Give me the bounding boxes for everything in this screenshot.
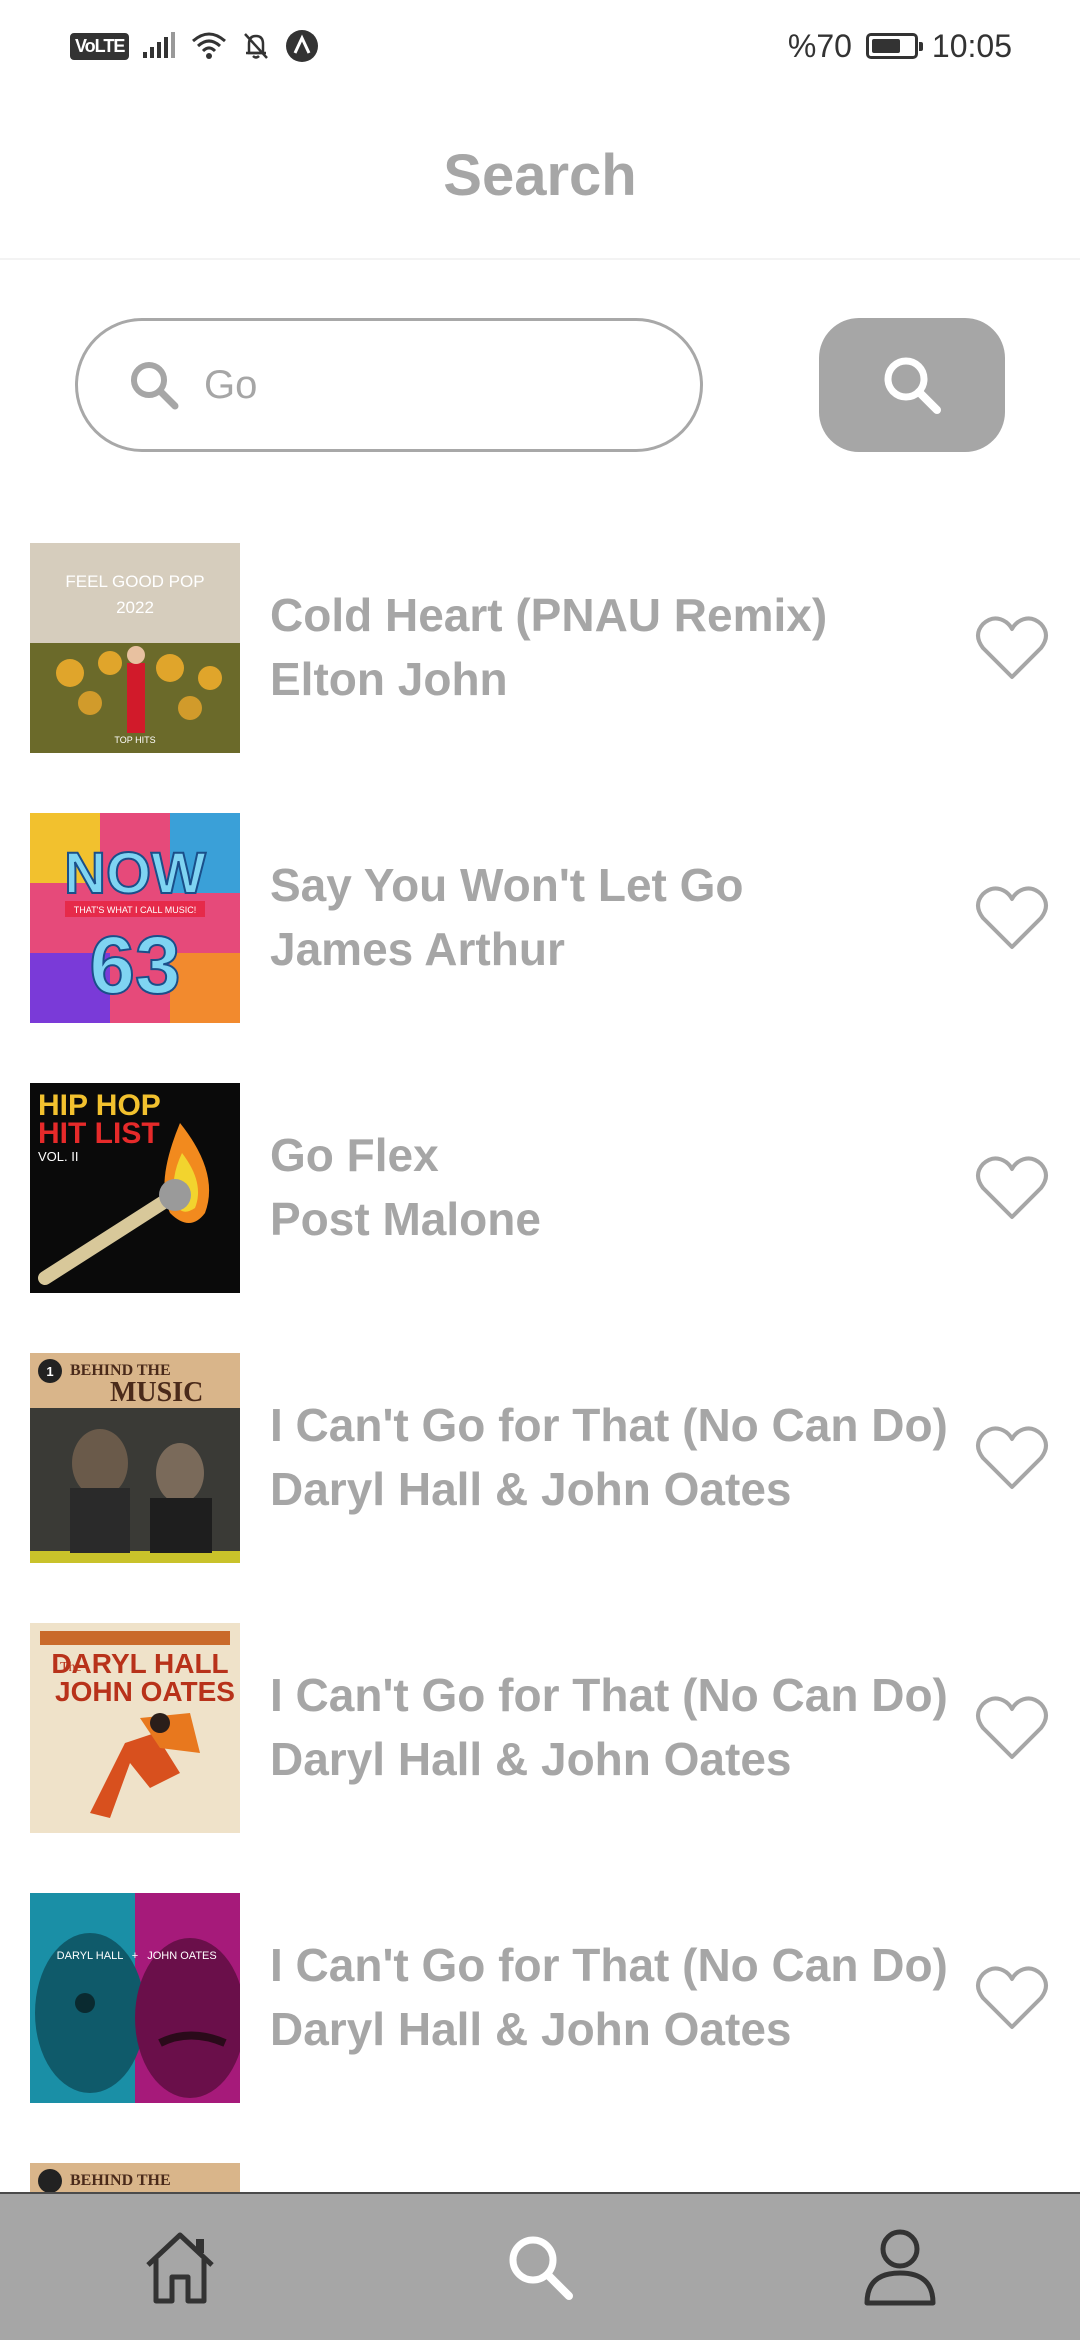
list-item[interactable]: The DARYL HALL JOHN OATES I Can't Go for… (0, 1623, 1080, 1833)
search-button[interactable] (819, 318, 1005, 452)
svg-text:NOW: NOW (64, 841, 206, 906)
status-left: VoLTE (70, 29, 319, 63)
heart-icon[interactable] (975, 1423, 1049, 1493)
heart-icon[interactable] (975, 1153, 1049, 1223)
svg-text:JOHN OATES: JOHN OATES (147, 1950, 216, 1962)
volte-icon: VoLTE (70, 32, 130, 60)
track-info: Go Flex Post Malone (270, 1123, 541, 1251)
app-a-icon (286, 30, 319, 62)
track-artist: Daryl Hall & John Oates (270, 1733, 792, 1785)
heart-icon[interactable] (975, 1693, 1049, 1763)
svg-text:VOL. II: VOL. II (38, 1149, 78, 1164)
heart-icon[interactable] (975, 1963, 1049, 2033)
svg-text:63: 63 (89, 920, 180, 1011)
track-artist: James Arthur (270, 923, 565, 975)
track-info: I Can't Go for That (No Can Do) Daryl Ha… (270, 1663, 948, 1791)
track-artist: Daryl Hall & John Oates (270, 1463, 792, 1515)
track-info: I Can't Go for That (No Can Do) Daryl Ha… (270, 1393, 948, 1521)
svg-text:MUSIC: MUSIC (110, 1377, 203, 1408)
search-icon (884, 357, 941, 414)
home-icon (146, 2232, 214, 2304)
svg-text:THAT'S WHAT I CALL MUSIC!: THAT'S WHAT I CALL MUSIC! (74, 905, 196, 915)
bell-off-icon (244, 33, 269, 59)
battery-percent: %70 (787, 27, 852, 64)
battery-level (871, 39, 900, 53)
track-title: Say You Won't Let Go (270, 859, 744, 911)
signal-icon (143, 32, 176, 58)
heart-icon[interactable] (975, 883, 1049, 953)
svg-text:JOHN OATES: JOHN OATES (55, 1676, 235, 1707)
list-item[interactable]: FEEL GOOD POP 2022 TOP HITS Cold Heart (… (0, 543, 1080, 753)
list-item[interactable]: HIP HOP HIT LIST VOL. II Go Flex Post Ma… (0, 1083, 1080, 1293)
track-title: I Can't Go for That (No Can Do) (270, 1939, 948, 1991)
track-artist: Daryl Hall & John Oates (270, 2003, 792, 2055)
bottom-nav (0, 2192, 1080, 2340)
page-title: Search (443, 142, 637, 208)
svg-text:BEHIND THE: BEHIND THE (70, 2172, 171, 2189)
search-screen: VoLTE %70 10:05 Search Go FEEL GOOD POP … (0, 0, 1080, 2340)
status-right: %70 10:05 (788, 28, 1012, 65)
header: Search (0, 92, 1080, 260)
status-bar: VoLTE %70 10:05 (0, 0, 1080, 92)
search-input[interactable] (204, 362, 644, 408)
search-icon (131, 362, 179, 410)
svg-text:HIT LIST: HIT LIST (38, 1117, 160, 1150)
track-title: I Can't Go for That (No Can Do) (270, 1399, 948, 1451)
track-artist: Post Malone (270, 1193, 541, 1245)
clock: 10:05 (931, 27, 1012, 64)
search-field[interactable] (75, 318, 703, 452)
nav-home[interactable] (80, 2193, 280, 2340)
list-item[interactable]: NOW THAT'S WHAT I CALL MUSIC! 63 Say You… (0, 813, 1080, 1023)
track-info: I Can't Go for That (No Can Do) Daryl Ha… (270, 1933, 948, 2061)
album-cover: FEEL GOOD POP 2022 TOP HITS (30, 543, 240, 753)
track-title: I Can't Go for That (No Can Do) (270, 1669, 948, 1721)
album-cover: 1 BEHIND THE MUSIC (30, 1353, 240, 1563)
track-title: Cold Heart (PNAU Remix) (270, 589, 828, 641)
nav-search[interactable] (440, 2193, 640, 2340)
list-item[interactable]: 1 BEHIND THE MUSIC I Can't Go for That (… (0, 1353, 1080, 1563)
album-cover: DARYL HALL + JOHN OATES (30, 1893, 240, 2103)
list-item[interactable]: DARYL HALL + JOHN OATES I Can't Go for T… (0, 1893, 1080, 2103)
album-cover: NOW THAT'S WHAT I CALL MUSIC! 63 (30, 813, 240, 1023)
nav-profile[interactable] (800, 2193, 1000, 2340)
track-artist: Elton John (270, 653, 508, 705)
svg-text:1: 1 (46, 1364, 53, 1379)
svg-text:DARYL HALL: DARYL HALL (57, 1950, 124, 1962)
svg-text:TOP HITS: TOP HITS (114, 735, 155, 745)
track-info: Say You Won't Let Go James Arthur (270, 853, 744, 981)
svg-text:2022: 2022 (116, 598, 154, 617)
heart-icon[interactable] (975, 613, 1049, 683)
svg-text:FEEL GOOD POP: FEEL GOOD POP (65, 572, 204, 591)
album-cover: HIP HOP HIT LIST VOL. II (30, 1083, 240, 1293)
svg-text:DARYL HALL: DARYL HALL (51, 1648, 228, 1679)
wifi-icon (192, 32, 227, 59)
svg-text:+: + (132, 1950, 138, 1962)
search-icon (509, 2236, 573, 2300)
album-cover: The DARYL HALL JOHN OATES (30, 1623, 240, 1833)
profile-icon (864, 2229, 936, 2306)
track-title: Go Flex (270, 1129, 439, 1181)
battery-icon (865, 33, 923, 59)
track-info: Cold Heart (PNAU Remix) Elton John (270, 583, 827, 711)
